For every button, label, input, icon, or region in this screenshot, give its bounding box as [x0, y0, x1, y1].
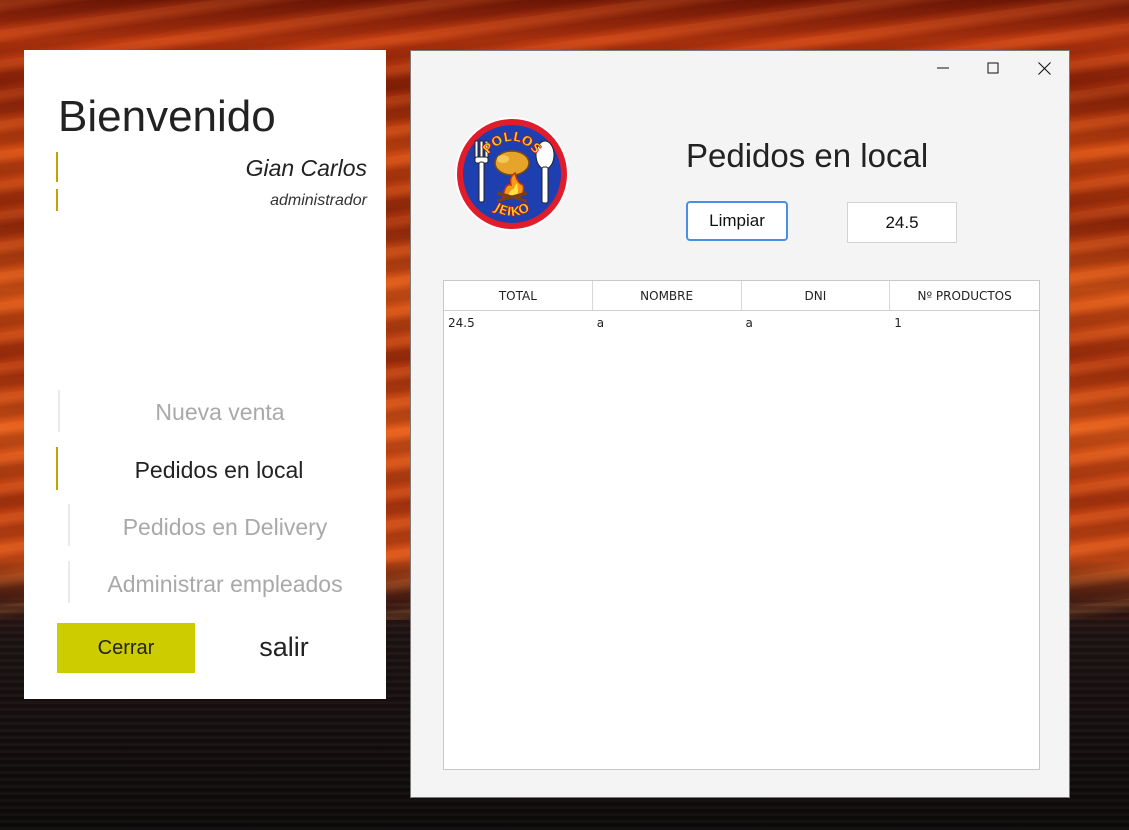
table-cell: a — [596, 316, 605, 330]
column-header-total[interactable]: TOTAL — [444, 281, 593, 310]
maximize-icon — [987, 62, 999, 74]
page-title: Pedidos en local — [686, 137, 929, 174]
table-row[interactable]: 24.5 a a 1 — [444, 311, 1039, 335]
table-cell: 24.5 — [448, 316, 475, 330]
column-header-productos[interactable]: Nº PRODUCTOS — [890, 281, 1039, 310]
user-role: administrador — [270, 192, 367, 209]
nav-item-pedidos-delivery[interactable]: Pedidos en Delivery — [70, 514, 380, 541]
window-close-button[interactable] — [1022, 57, 1066, 79]
nav-item-administrar-empleados[interactable]: Administrar empleados — [70, 571, 380, 598]
close-icon — [1037, 61, 1051, 75]
column-header-dni[interactable]: DNI — [742, 281, 891, 310]
table-cell: a — [745, 316, 753, 330]
sidebar-panel: Bienvenido Gian Carlos administrador Nue… — [24, 50, 386, 699]
nav-item-nueva-venta[interactable]: Nueva venta — [60, 399, 380, 426]
minimize-button[interactable] — [921, 57, 965, 79]
brand-logo: POLLOS JEIKO — [453, 115, 571, 233]
orders-window: POLLOS JEIKO Pedidos en local Limpiar 24… — [410, 50, 1070, 798]
user-role-accent — [56, 189, 58, 211]
exit-button[interactable]: salir — [239, 632, 329, 663]
column-header-nombre[interactable]: NOMBRE — [593, 281, 742, 310]
table-header: TOTAL NOMBRE DNI Nº PRODUCTOS — [444, 281, 1039, 311]
user-name: Gian Carlos — [245, 155, 367, 181]
nav-item-pedidos-local[interactable]: Pedidos en local — [60, 457, 378, 484]
nav-indicator-pedidos-local — [56, 447, 58, 490]
user-name-accent — [56, 152, 58, 182]
clear-button[interactable]: Limpiar — [686, 201, 788, 241]
total-field[interactable]: 24.5 — [847, 202, 957, 243]
orders-table: TOTAL NOMBRE DNI Nº PRODUCTOS 24.5 a a 1 — [443, 280, 1040, 770]
close-session-button[interactable]: Cerrar — [57, 623, 195, 673]
minimize-icon — [937, 67, 949, 69]
welcome-heading: Bienvenido — [58, 92, 276, 141]
table-cell: 1 — [894, 316, 902, 330]
maximize-button[interactable] — [971, 57, 1015, 79]
